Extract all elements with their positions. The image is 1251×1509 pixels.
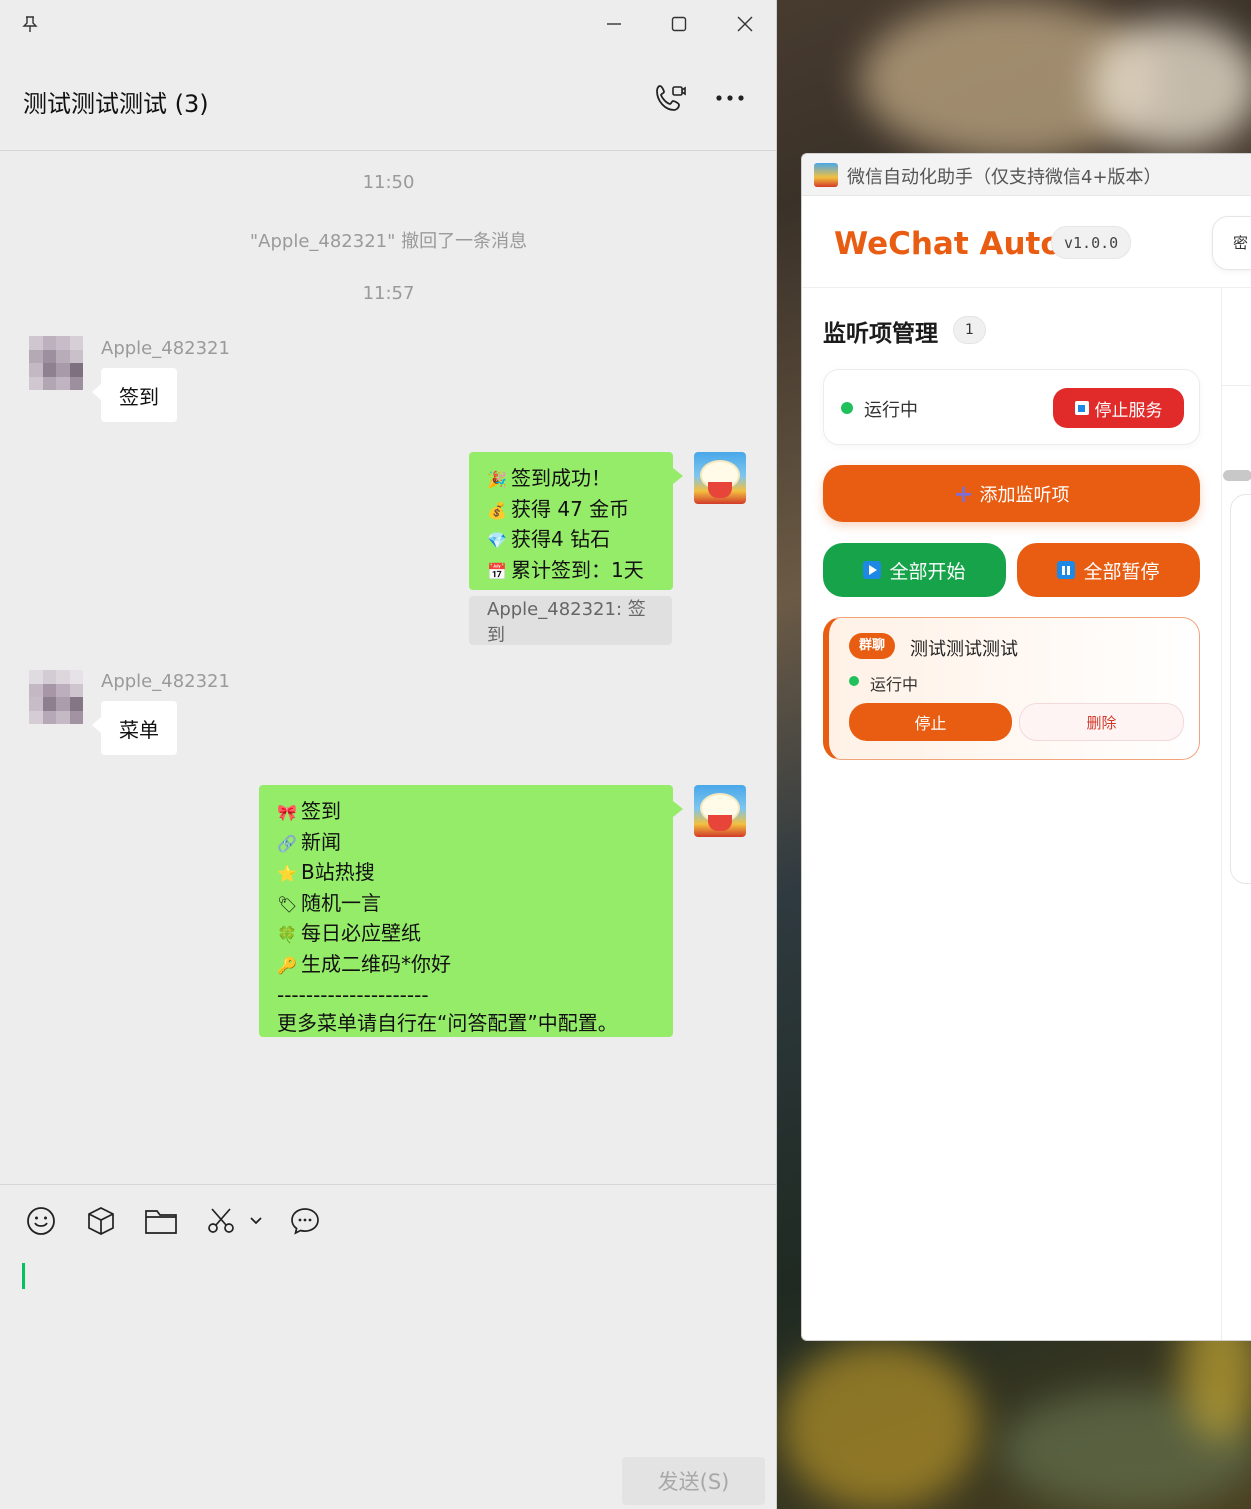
party-popper-icon: 🎉	[487, 470, 507, 489]
plus-icon: +	[953, 479, 974, 508]
message-line: 🎉 签到成功！	[487, 464, 655, 495]
chat-bubble-icon[interactable]	[287, 1203, 323, 1239]
sender-name: Apple_482321	[101, 338, 230, 359]
brand-title: WeChat Auto	[834, 226, 1062, 262]
sender-name: Apple_482321	[101, 671, 230, 692]
chat-title: 测试测试测试 (3)	[23, 90, 209, 118]
folder-icon[interactable]	[143, 1203, 179, 1239]
start-all-label: 全部开始	[889, 560, 966, 583]
message-bubble[interactable]: 菜单	[92, 701, 177, 755]
timestamp: 11:50	[362, 172, 415, 193]
timestamp: 11:57	[362, 283, 415, 304]
gem-icon: 💎	[487, 531, 507, 551]
scrollbar[interactable]	[1223, 470, 1251, 481]
message-line: ---------------------	[277, 982, 429, 1007]
pause-icon	[1057, 561, 1076, 579]
listener-status: 运行中	[870, 675, 919, 694]
add-listener-label: 添加监听项	[979, 484, 1070, 506]
message-line: 🔑 生成二维码*你好	[277, 950, 655, 981]
add-listener-button[interactable]: + 添加监听项	[823, 465, 1200, 522]
app-window-title: 微信自动化助手（仅支持微信4+版本）	[847, 167, 1162, 188]
clover-icon: 🍀	[277, 925, 297, 945]
my-avatar[interactable]	[694, 452, 746, 504]
message-line: 🎀 签到	[277, 797, 655, 828]
input-area[interactable]: 发送(S)	[0, 1184, 777, 1509]
message-line: 💰 获得 47 金币	[487, 495, 655, 526]
pause-all-label: 全部暂停	[1083, 560, 1160, 583]
maximize-icon[interactable]	[661, 8, 697, 40]
message-bubble[interactable]: 🎀 签到 🔗 新闻 ⭐ B站热搜 🏷 随机一言 🍀 每日必应壁纸 🔑 生成二维码*你好 --…	[259, 785, 683, 1037]
star-icon: ⭐	[277, 864, 297, 884]
tag-icon: 🏷	[277, 894, 298, 914]
my-avatar[interactable]	[694, 785, 746, 837]
ribbon-icon: 🎀	[277, 803, 297, 822]
text-cursor	[22, 1263, 25, 1289]
header-pill-button[interactable]: 密	[1212, 216, 1251, 270]
group-chat-tag: 群聊	[849, 633, 896, 659]
service-status-card: 运行中 停止服务	[823, 369, 1200, 445]
pause-all-button[interactable]: 全部暂停	[1017, 543, 1200, 597]
service-status-text: 运行中	[864, 400, 918, 421]
message-bubble[interactable]: 🎉 签到成功！ 💰 获得 47 金币 💎 获得4 钻石 📅 累计签到：1天	[469, 452, 683, 590]
right-panel-header	[1222, 288, 1251, 386]
listener-stop-button[interactable]: 停止	[849, 703, 1012, 741]
message-line: 💎 获得4 钻石	[487, 525, 655, 556]
box-icon[interactable]	[83, 1203, 119, 1239]
chat-titlebar	[0, 0, 777, 48]
key-icon: 🔑	[277, 955, 297, 975]
quoted-message[interactable]: Apple_482321: 签到	[469, 596, 672, 646]
play-icon	[863, 561, 882, 579]
panel-divider	[1221, 288, 1222, 1340]
emoji-icon[interactable]	[23, 1203, 59, 1239]
message-bubble[interactable]: 签到	[92, 368, 177, 422]
status-dot	[841, 402, 853, 414]
section-title: 监听项管理	[823, 321, 938, 347]
version-badge: v1.0.0	[1051, 226, 1132, 259]
stop-icon	[1074, 401, 1089, 415]
app-header: WeChat Auto v1.0.0 密	[802, 196, 1251, 288]
avatar[interactable]	[29, 670, 83, 724]
listener-name: 测试测试测试	[910, 639, 1018, 660]
close-icon[interactable]	[727, 8, 763, 40]
listener-delete-button[interactable]: 删除	[1019, 703, 1184, 741]
stop-service-button[interactable]: 停止服务	[1053, 388, 1184, 428]
recall-notice: "Apple_482321" 撤回了一条消息	[249, 231, 528, 252]
calendar-icon: 📅	[487, 561, 507, 581]
stop-service-label: 停止服务	[1094, 400, 1163, 421]
message-line: 🍀 每日必应壁纸	[277, 919, 655, 950]
message-list[interactable]: 11:50 "Apple_482321" 撤回了一条消息 11:57 Apple…	[0, 152, 777, 1184]
start-all-button[interactable]: 全部开始	[823, 543, 1006, 597]
chevron-down-icon[interactable]	[240, 1203, 272, 1239]
message-line: 🏷 随机一言	[277, 889, 655, 920]
chat-window: 测试测试测试 (3) 11:50 "Apple_482321" 撤回了一条消息 …	[0, 0, 777, 1509]
money-bag-icon: 💰	[487, 500, 507, 520]
message-line: ⭐ B站热搜	[277, 858, 655, 889]
message-line: 更多菜单请自行在“问答配置”中配置。	[277, 1011, 618, 1036]
voice-video-call-icon[interactable]	[652, 80, 688, 116]
status-dot	[849, 676, 859, 686]
pin-icon[interactable]	[12, 8, 48, 40]
wechat-auto-window: 微信自动化助手（仅支持微信4+版本） WeChat Auto v1.0.0 密 …	[801, 153, 1251, 1341]
message-line: 🔗 新闻	[277, 828, 655, 859]
chat-header: 测试测试测试 (3)	[0, 48, 777, 151]
avatar[interactable]	[29, 336, 83, 390]
listener-card[interactable]: 群聊 测试测试测试 运行中 停止 删除	[823, 617, 1200, 760]
minimize-icon[interactable]	[596, 8, 632, 40]
send-button[interactable]: 发送(S)	[622, 1457, 765, 1505]
count-badge: 1	[953, 316, 986, 344]
app-logo-icon	[814, 163, 838, 187]
right-panel-card	[1230, 494, 1251, 884]
more-icon[interactable]	[712, 80, 748, 116]
link-icon: 🔗	[277, 833, 297, 853]
message-line: 📅 累计签到：1天	[487, 556, 655, 587]
app-titlebar: 微信自动化助手（仅支持微信4+版本）	[802, 154, 1251, 196]
scissors-icon[interactable]	[203, 1203, 239, 1239]
